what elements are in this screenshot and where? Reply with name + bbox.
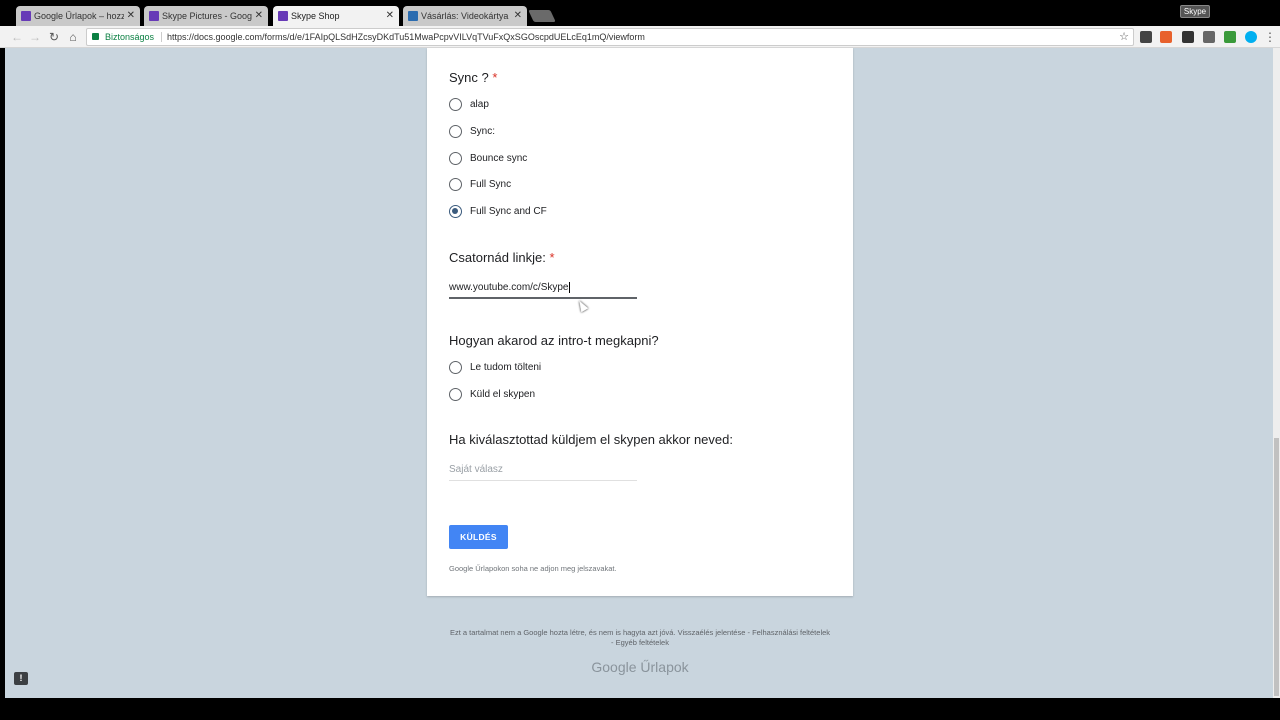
option-label: Le tudom tölteni (470, 361, 542, 373)
bottom-bar (0, 698, 1280, 720)
extension-icon[interactable] (1182, 31, 1194, 43)
required-mark: * (492, 70, 498, 85)
option-label: Bounce sync (470, 152, 528, 164)
divider (161, 32, 162, 42)
page-viewport: Sync ? * alap Sync: Bounce sync Full Syn… (5, 48, 1273, 698)
option-label: Sync: (470, 125, 496, 137)
shop-favicon-icon (408, 11, 418, 21)
question-text: Hogyan akarod az intro-t megkapni? (449, 333, 659, 348)
option-label: Full Sync and CF (470, 205, 547, 217)
address-bar[interactable]: Biztonságos https://docs.google.com/form… (86, 28, 1134, 46)
form-card: Sync ? * alap Sync: Bounce sync Full Syn… (427, 48, 853, 596)
url-text[interactable]: https://docs.google.com/forms/d/e/1FAIpQ… (167, 29, 645, 45)
question-channel-link-title: Csatornád linkje: * (449, 250, 555, 265)
radio-option-skype[interactable]: Küld el skypen (449, 386, 535, 402)
feedback-icon[interactable]: ! (14, 672, 28, 685)
tab-title: Skype Shop (291, 11, 340, 21)
radio-option-alap[interactable]: alap (449, 96, 489, 112)
text-caret (568, 281, 570, 293)
radio-option-full-sync[interactable]: Full Sync (449, 176, 511, 192)
tab-skype-pictures[interactable]: Skype Pictures - Google ✕ (144, 6, 268, 26)
close-tab-icon[interactable]: ✕ (386, 10, 394, 21)
option-label: alap (470, 98, 489, 110)
menu-icon[interactable]: ⋮ (1262, 29, 1278, 45)
extension-icon[interactable] (1160, 31, 1172, 43)
extension-icon[interactable] (1224, 31, 1236, 43)
lock-icon (92, 33, 99, 40)
question-text: Csatornád linkje: (449, 250, 546, 265)
question-text: Ha kiválasztottad küldjem el skypen akko… (449, 432, 733, 447)
home-icon[interactable]: ⌂ (65, 29, 81, 45)
google-forms-logo[interactable]: Google Űrlapok (427, 659, 853, 675)
footer-other-terms[interactable]: - Egyéb feltételek (427, 638, 853, 648)
radio-option-full-sync-cf[interactable]: Full Sync and CF (449, 203, 547, 219)
password-warning: Google Űrlapokon soha ne adjon meg jelsz… (449, 564, 617, 573)
question-name-title: Ha kiválasztottad küldjem el skypen akko… (449, 432, 733, 447)
tab-title: Vásárlás: Videokártya ár (421, 11, 511, 21)
skype-extension-icon[interactable] (1245, 31, 1257, 43)
input-placeholder: Saját válasz (449, 464, 503, 475)
question-intro-title: Hogyan akarod az intro-t megkapni? (449, 333, 659, 348)
channel-link-input[interactable]: www.youtube.com/c/Skype (449, 279, 637, 299)
radio-option-bounce-sync[interactable]: Bounce sync (449, 150, 527, 166)
name-input[interactable]: Saját válasz (449, 461, 637, 481)
radio-option-sync[interactable]: Sync: (449, 123, 495, 139)
radio-button[interactable] (449, 177, 462, 191)
secure-label: Biztonságos (105, 32, 155, 42)
option-label: Full Sync (470, 178, 512, 190)
forms-favicon-icon (278, 11, 288, 21)
tab-videokartya[interactable]: Vásárlás: Videokártya ár ✕ (403, 6, 527, 26)
submit-button[interactable]: KÜLDÉS (449, 525, 508, 549)
question-sync-title: Sync ? * (449, 70, 497, 85)
back-icon[interactable]: ← (9, 29, 25, 45)
radio-button[interactable] (449, 124, 462, 138)
tab-skype-shop[interactable]: Skype Shop ✕ (273, 6, 399, 26)
tab-google-forms[interactable]: Google Űrlapok – hozzá ✕ (16, 6, 140, 26)
question-text: Sync ? (449, 70, 489, 85)
radio-button[interactable] (449, 360, 462, 374)
tab-title: Google Űrlapok – hozzá (34, 11, 124, 21)
option-label: Küld el skypen (470, 388, 536, 400)
radio-option-download[interactable]: Le tudom tölteni (449, 359, 541, 375)
new-tab-button[interactable] (528, 10, 556, 22)
required-mark: * (549, 250, 555, 265)
skype-badge: Skype (1180, 5, 1210, 18)
tab-strip: Google Űrlapok – hozzá ✕ Skype Pictures … (0, 0, 1280, 26)
scrollbar-thumb[interactable] (1274, 438, 1279, 696)
forward-icon[interactable]: → (27, 29, 43, 45)
close-tab-icon[interactable]: ✕ (127, 10, 135, 21)
forms-favicon-icon (21, 11, 31, 21)
forms-favicon-icon (149, 11, 159, 21)
radio-button[interactable] (449, 387, 462, 401)
extension-icon[interactable] (1140, 31, 1152, 43)
browser-toolbar: ← → ↻ ⌂ Biztonságos https://docs.google.… (0, 26, 1280, 48)
extension-icon[interactable] (1203, 31, 1215, 43)
close-tab-icon[interactable]: ✕ (514, 10, 522, 21)
radio-button-selected[interactable] (449, 204, 462, 218)
close-tab-icon[interactable]: ✕ (255, 10, 263, 21)
reload-icon[interactable]: ↻ (46, 29, 62, 45)
radio-button[interactable] (449, 97, 462, 111)
input-value: www.youtube.com/c/Skype (449, 282, 569, 293)
footer-disclaimer[interactable]: Ezt a tartalmat nem a Google hozta létre… (427, 628, 853, 638)
tab-title: Skype Pictures - Google (162, 11, 252, 21)
bookmark-star-icon[interactable]: ☆ (1119, 29, 1129, 45)
radio-button[interactable] (449, 151, 462, 165)
form-footer: Ezt a tartalmat nem a Google hozta létre… (427, 628, 853, 648)
